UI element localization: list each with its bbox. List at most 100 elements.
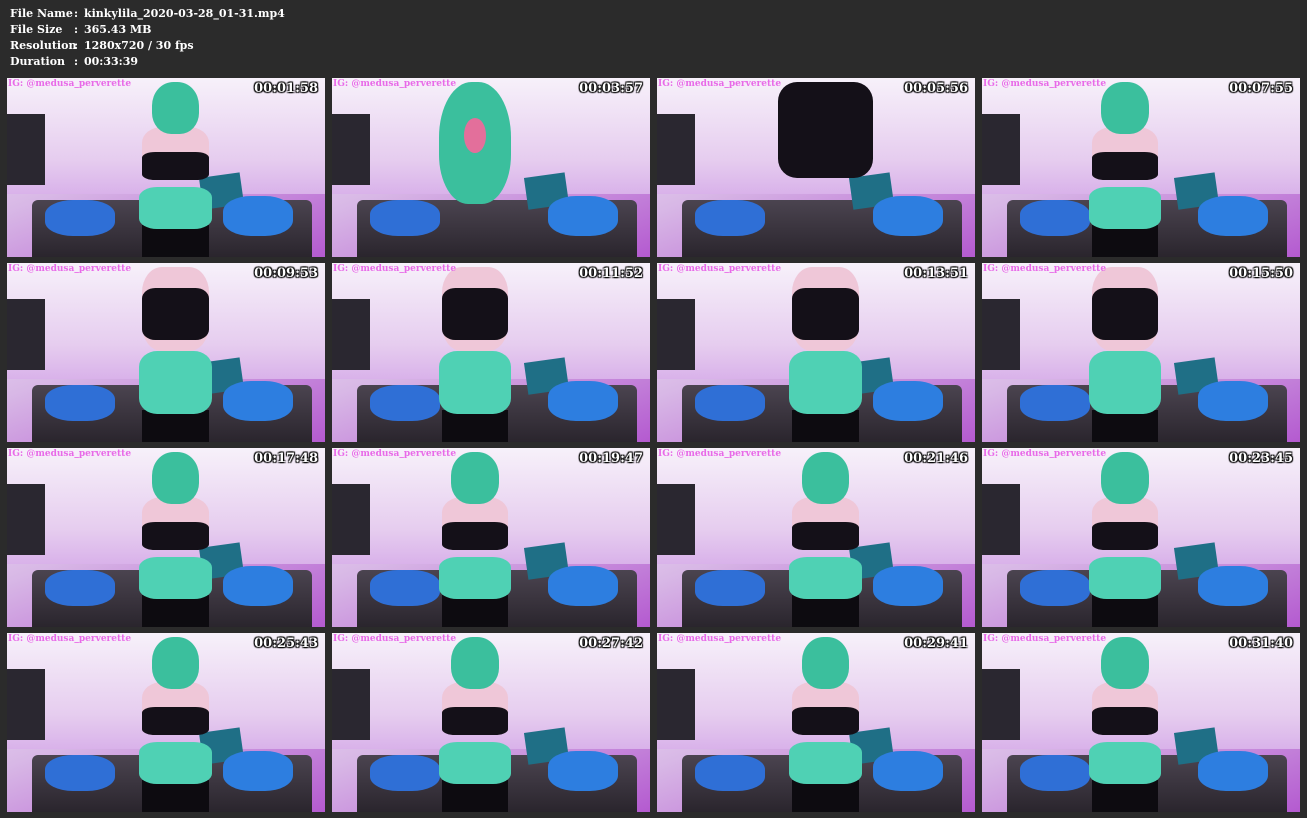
figure-top (1091, 706, 1159, 735)
video-thumbnail[interactable]: IG: @medusa_perverette 00:09:53 (7, 263, 325, 442)
figure-shorts (438, 741, 512, 784)
figure-shorts (139, 186, 212, 229)
video-thumbnail[interactable]: IG: @medusa_perverette 00:29:41 (657, 633, 975, 812)
scene-pillow (548, 196, 619, 236)
watermark-text: IG: @medusa_perverette (983, 634, 1107, 644)
watermark-text: IG: @medusa_perverette (8, 634, 132, 644)
thumbnail-timestamp: 00:19:47 (579, 451, 643, 466)
video-thumbnail[interactable]: IG: @medusa_perverette 00:01:58 (7, 78, 325, 257)
figure-shorts (1088, 741, 1162, 784)
video-thumbnail[interactable]: IG: @medusa_perverette 00:23:45 (982, 448, 1300, 627)
watermark-text: IG: @medusa_perverette (983, 264, 1107, 274)
figure-hood (438, 81, 512, 205)
figure-legs (142, 410, 209, 442)
file-name-label: File Name (10, 7, 73, 20)
figure-hood (151, 636, 200, 690)
scene-shelf (657, 668, 696, 741)
thumbnail-timestamp: 00:07:55 (1229, 81, 1293, 96)
video-thumbnail[interactable]: IG: @medusa_perverette 00:25:43 (7, 633, 325, 812)
watermark-text: IG: @medusa_perverette (333, 79, 457, 89)
video-thumbnail[interactable]: IG: @medusa_perverette 00:15:50 (982, 263, 1300, 442)
scene-pillow (695, 384, 766, 421)
scene-figure (128, 81, 223, 257)
figure-shorts (438, 350, 512, 414)
thumbnail-timestamp: 00:21:46 (904, 451, 968, 466)
figure-legs (441, 780, 509, 812)
scene-pillow (548, 751, 619, 791)
video-thumbnail[interactable]: IG: @medusa_perverette 00:07:55 (982, 78, 1300, 257)
scene-pillow (223, 381, 294, 421)
thumbnail-timestamp: 00:29:41 (904, 636, 968, 651)
video-thumbnail[interactable]: IG: @medusa_perverette 00:27:42 (332, 633, 650, 812)
figure-hood (451, 451, 499, 505)
scene-figure (777, 81, 874, 257)
video-thumbnail[interactable]: IG: @medusa_perverette 00:11:52 (332, 263, 650, 442)
figure-legs (1091, 595, 1159, 627)
video-thumbnail[interactable]: IG: @medusa_perverette 00:31:40 (982, 633, 1300, 812)
figure-hood (151, 451, 200, 505)
figure-shorts (1088, 556, 1162, 599)
scene-figure (1077, 81, 1172, 257)
scene-pillow (1198, 566, 1269, 606)
scene-pillow (873, 196, 944, 236)
separator: : (74, 55, 79, 68)
scene-shelf (7, 113, 46, 186)
duration-label: Duration (10, 55, 66, 68)
figure-hood (151, 81, 200, 135)
thumbnail-timestamp: 00:09:53 (254, 266, 318, 281)
thumbnail-timestamp: 00:01:58 (254, 81, 318, 96)
figure-legs (142, 595, 209, 627)
resolution-row: Resolution : 1280x720 / 30 fps (10, 38, 285, 54)
scene-pillow (45, 199, 116, 236)
figure-top (1091, 151, 1159, 180)
video-thumbnail[interactable]: IG: @medusa_perverette 00:17:48 (7, 448, 325, 627)
file-info-header: File Name : kinkylila_2020-03-28_01-31.m… (10, 6, 285, 70)
thumbnail-timestamp: 00:11:52 (579, 266, 643, 281)
figure-top (142, 706, 209, 735)
figure-shorts (139, 350, 212, 414)
scene-pillow (695, 754, 766, 791)
watermark-text: IG: @medusa_perverette (658, 264, 782, 274)
duration-value: 00:33:39 (84, 55, 139, 68)
video-thumbnail[interactable]: IG: @medusa_perverette 00:05:56 (657, 78, 975, 257)
watermark-text: IG: @medusa_perverette (333, 634, 457, 644)
thumbnail-timestamp: 00:27:42 (579, 636, 643, 651)
scene-figure (427, 636, 522, 812)
watermark-text: IG: @medusa_perverette (658, 79, 782, 89)
figure-legs (142, 225, 209, 257)
scene-shelf (332, 113, 371, 186)
scene-shelf (7, 668, 46, 741)
video-thumbnail[interactable]: IG: @medusa_perverette 00:21:46 (657, 448, 975, 627)
scene-figure (427, 81, 522, 257)
figure-legs (1091, 780, 1159, 812)
figure-shorts (789, 350, 862, 414)
figure-legs (792, 595, 859, 627)
figure-shorts (1088, 350, 1162, 414)
scene-shelf (332, 298, 371, 371)
scene-pillow (548, 381, 619, 421)
figure-hood (801, 636, 850, 690)
scene-pillow (873, 751, 944, 791)
video-thumbnail[interactable]: IG: @medusa_perverette 00:19:47 (332, 448, 650, 627)
file-size-row: File Size : 365.43 MB (10, 22, 285, 38)
separator: : (74, 23, 79, 36)
scene-figure (778, 266, 873, 442)
scene-figure (427, 266, 522, 442)
figure-legs (1091, 225, 1159, 257)
scene-pillow (548, 566, 619, 606)
watermark-text: IG: @medusa_perverette (658, 449, 782, 459)
scene-pillow (45, 384, 116, 421)
video-thumbnail[interactable]: IG: @medusa_perverette 00:13:51 (657, 263, 975, 442)
separator: : (74, 7, 79, 20)
scene-shelf (982, 668, 1021, 741)
scene-figure (1077, 266, 1172, 442)
scene-figure (427, 451, 522, 627)
scene-figure (1077, 451, 1172, 627)
figure-top (1091, 287, 1159, 341)
resolution-label: Resolution (10, 39, 77, 52)
thumbnail-timestamp: 00:31:40 (1229, 636, 1293, 651)
video-thumbnail[interactable]: IG: @medusa_perverette 00:03:57 (332, 78, 650, 257)
scene-shelf (982, 298, 1021, 371)
scene-figure (778, 636, 873, 812)
scene-pillow (1198, 196, 1269, 236)
